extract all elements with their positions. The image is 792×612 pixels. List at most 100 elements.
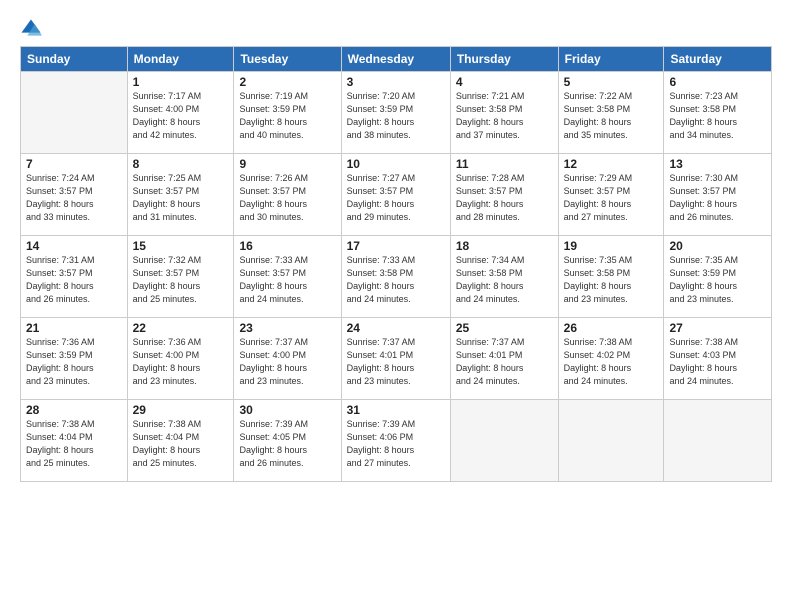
day-info: Sunrise: 7:19 AM Sunset: 3:59 PM Dayligh…	[239, 90, 335, 142]
day-number: 31	[347, 403, 445, 417]
weekday-header: Tuesday	[234, 47, 341, 72]
day-info: Sunrise: 7:36 AM Sunset: 3:59 PM Dayligh…	[26, 336, 122, 388]
calendar-cell: 11Sunrise: 7:28 AM Sunset: 3:57 PM Dayli…	[450, 154, 558, 236]
day-info: Sunrise: 7:38 AM Sunset: 4:03 PM Dayligh…	[669, 336, 766, 388]
day-number: 8	[133, 157, 229, 171]
header	[20, 18, 772, 40]
day-number: 12	[564, 157, 659, 171]
day-number: 14	[26, 239, 122, 253]
day-number: 28	[26, 403, 122, 417]
day-number: 25	[456, 321, 553, 335]
day-number: 16	[239, 239, 335, 253]
logo-icon	[20, 18, 42, 40]
calendar-cell: 3Sunrise: 7:20 AM Sunset: 3:59 PM Daylig…	[341, 72, 450, 154]
calendar-cell: 7Sunrise: 7:24 AM Sunset: 3:57 PM Daylig…	[21, 154, 128, 236]
calendar-cell: 25Sunrise: 7:37 AM Sunset: 4:01 PM Dayli…	[450, 318, 558, 400]
weekday-header: Wednesday	[341, 47, 450, 72]
day-info: Sunrise: 7:31 AM Sunset: 3:57 PM Dayligh…	[26, 254, 122, 306]
calendar-cell: 24Sunrise: 7:37 AM Sunset: 4:01 PM Dayli…	[341, 318, 450, 400]
day-info: Sunrise: 7:32 AM Sunset: 3:57 PM Dayligh…	[133, 254, 229, 306]
day-info: Sunrise: 7:17 AM Sunset: 4:00 PM Dayligh…	[133, 90, 229, 142]
calendar-cell: 14Sunrise: 7:31 AM Sunset: 3:57 PM Dayli…	[21, 236, 128, 318]
calendar-week-row: 21Sunrise: 7:36 AM Sunset: 3:59 PM Dayli…	[21, 318, 772, 400]
day-number: 23	[239, 321, 335, 335]
calendar-week-row: 1Sunrise: 7:17 AM Sunset: 4:00 PM Daylig…	[21, 72, 772, 154]
day-number: 22	[133, 321, 229, 335]
day-number: 24	[347, 321, 445, 335]
weekday-header: Saturday	[664, 47, 772, 72]
day-info: Sunrise: 7:34 AM Sunset: 3:58 PM Dayligh…	[456, 254, 553, 306]
calendar-table: SundayMondayTuesdayWednesdayThursdayFrid…	[20, 46, 772, 482]
calendar-cell: 12Sunrise: 7:29 AM Sunset: 3:57 PM Dayli…	[558, 154, 664, 236]
calendar-cell: 2Sunrise: 7:19 AM Sunset: 3:59 PM Daylig…	[234, 72, 341, 154]
day-number: 21	[26, 321, 122, 335]
logo	[20, 18, 44, 40]
day-info: Sunrise: 7:28 AM Sunset: 3:57 PM Dayligh…	[456, 172, 553, 224]
day-info: Sunrise: 7:33 AM Sunset: 3:57 PM Dayligh…	[239, 254, 335, 306]
day-number: 6	[669, 75, 766, 89]
calendar-cell: 19Sunrise: 7:35 AM Sunset: 3:58 PM Dayli…	[558, 236, 664, 318]
calendar-cell: 9Sunrise: 7:26 AM Sunset: 3:57 PM Daylig…	[234, 154, 341, 236]
day-number: 4	[456, 75, 553, 89]
day-number: 17	[347, 239, 445, 253]
calendar-header-row: SundayMondayTuesdayWednesdayThursdayFrid…	[21, 47, 772, 72]
calendar-cell: 17Sunrise: 7:33 AM Sunset: 3:58 PM Dayli…	[341, 236, 450, 318]
day-info: Sunrise: 7:39 AM Sunset: 4:05 PM Dayligh…	[239, 418, 335, 470]
calendar-cell: 16Sunrise: 7:33 AM Sunset: 3:57 PM Dayli…	[234, 236, 341, 318]
calendar-cell: 21Sunrise: 7:36 AM Sunset: 3:59 PM Dayli…	[21, 318, 128, 400]
calendar-cell: 31Sunrise: 7:39 AM Sunset: 4:06 PM Dayli…	[341, 400, 450, 482]
day-number: 29	[133, 403, 229, 417]
day-info: Sunrise: 7:22 AM Sunset: 3:58 PM Dayligh…	[564, 90, 659, 142]
weekday-header: Monday	[127, 47, 234, 72]
day-info: Sunrise: 7:27 AM Sunset: 3:57 PM Dayligh…	[347, 172, 445, 224]
day-info: Sunrise: 7:21 AM Sunset: 3:58 PM Dayligh…	[456, 90, 553, 142]
day-info: Sunrise: 7:23 AM Sunset: 3:58 PM Dayligh…	[669, 90, 766, 142]
day-number: 13	[669, 157, 766, 171]
calendar-cell: 5Sunrise: 7:22 AM Sunset: 3:58 PM Daylig…	[558, 72, 664, 154]
day-info: Sunrise: 7:20 AM Sunset: 3:59 PM Dayligh…	[347, 90, 445, 142]
calendar-cell	[664, 400, 772, 482]
day-info: Sunrise: 7:37 AM Sunset: 4:01 PM Dayligh…	[347, 336, 445, 388]
weekday-header: Friday	[558, 47, 664, 72]
calendar-cell: 23Sunrise: 7:37 AM Sunset: 4:00 PM Dayli…	[234, 318, 341, 400]
day-number: 11	[456, 157, 553, 171]
calendar-cell: 30Sunrise: 7:39 AM Sunset: 4:05 PM Dayli…	[234, 400, 341, 482]
day-info: Sunrise: 7:29 AM Sunset: 3:57 PM Dayligh…	[564, 172, 659, 224]
calendar-cell	[21, 72, 128, 154]
calendar-cell: 4Sunrise: 7:21 AM Sunset: 3:58 PM Daylig…	[450, 72, 558, 154]
weekday-header: Sunday	[21, 47, 128, 72]
day-number: 7	[26, 157, 122, 171]
day-info: Sunrise: 7:25 AM Sunset: 3:57 PM Dayligh…	[133, 172, 229, 224]
day-info: Sunrise: 7:30 AM Sunset: 3:57 PM Dayligh…	[669, 172, 766, 224]
day-number: 10	[347, 157, 445, 171]
calendar-cell: 20Sunrise: 7:35 AM Sunset: 3:59 PM Dayli…	[664, 236, 772, 318]
calendar-cell: 15Sunrise: 7:32 AM Sunset: 3:57 PM Dayli…	[127, 236, 234, 318]
day-info: Sunrise: 7:38 AM Sunset: 4:04 PM Dayligh…	[133, 418, 229, 470]
day-info: Sunrise: 7:24 AM Sunset: 3:57 PM Dayligh…	[26, 172, 122, 224]
day-info: Sunrise: 7:35 AM Sunset: 3:58 PM Dayligh…	[564, 254, 659, 306]
calendar-cell	[558, 400, 664, 482]
day-info: Sunrise: 7:26 AM Sunset: 3:57 PM Dayligh…	[239, 172, 335, 224]
day-number: 26	[564, 321, 659, 335]
day-info: Sunrise: 7:35 AM Sunset: 3:59 PM Dayligh…	[669, 254, 766, 306]
day-info: Sunrise: 7:37 AM Sunset: 4:00 PM Dayligh…	[239, 336, 335, 388]
calendar-cell: 10Sunrise: 7:27 AM Sunset: 3:57 PM Dayli…	[341, 154, 450, 236]
weekday-header: Thursday	[450, 47, 558, 72]
calendar-cell: 22Sunrise: 7:36 AM Sunset: 4:00 PM Dayli…	[127, 318, 234, 400]
day-number: 9	[239, 157, 335, 171]
day-number: 19	[564, 239, 659, 253]
calendar-cell: 8Sunrise: 7:25 AM Sunset: 3:57 PM Daylig…	[127, 154, 234, 236]
calendar-week-row: 7Sunrise: 7:24 AM Sunset: 3:57 PM Daylig…	[21, 154, 772, 236]
day-info: Sunrise: 7:36 AM Sunset: 4:00 PM Dayligh…	[133, 336, 229, 388]
calendar-cell: 1Sunrise: 7:17 AM Sunset: 4:00 PM Daylig…	[127, 72, 234, 154]
calendar-week-row: 28Sunrise: 7:38 AM Sunset: 4:04 PM Dayli…	[21, 400, 772, 482]
calendar-cell: 13Sunrise: 7:30 AM Sunset: 3:57 PM Dayli…	[664, 154, 772, 236]
calendar-cell: 28Sunrise: 7:38 AM Sunset: 4:04 PM Dayli…	[21, 400, 128, 482]
calendar-cell	[450, 400, 558, 482]
calendar-cell: 29Sunrise: 7:38 AM Sunset: 4:04 PM Dayli…	[127, 400, 234, 482]
day-info: Sunrise: 7:38 AM Sunset: 4:04 PM Dayligh…	[26, 418, 122, 470]
day-info: Sunrise: 7:39 AM Sunset: 4:06 PM Dayligh…	[347, 418, 445, 470]
day-number: 2	[239, 75, 335, 89]
day-number: 1	[133, 75, 229, 89]
day-number: 3	[347, 75, 445, 89]
